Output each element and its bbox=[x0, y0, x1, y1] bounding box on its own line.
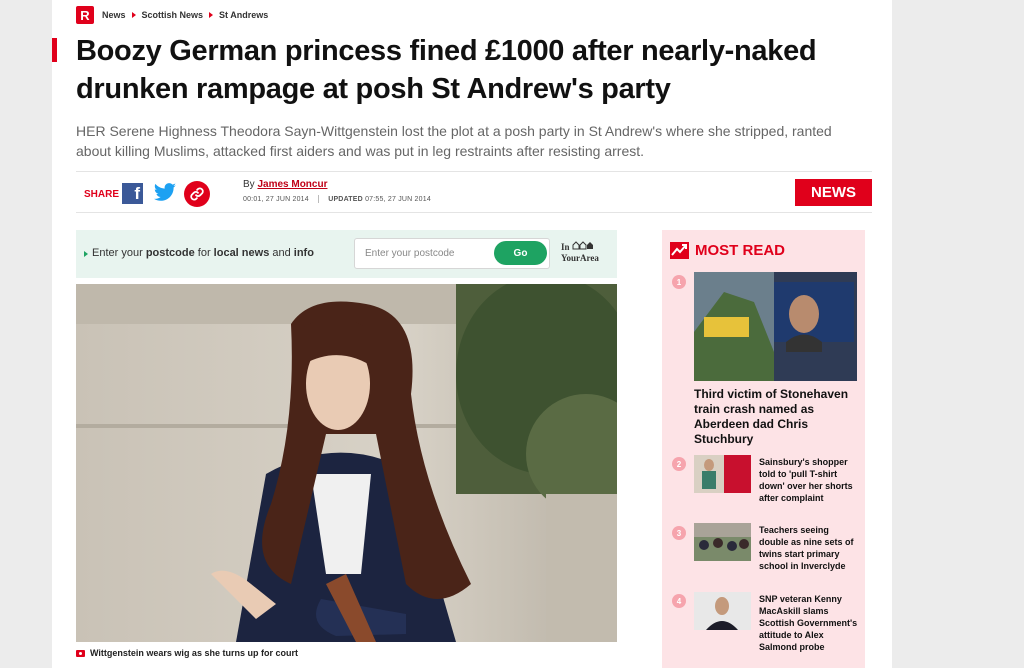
site-logo[interactable]: R bbox=[76, 6, 94, 24]
rank-badge: 3 bbox=[672, 526, 686, 540]
section-badge[interactable]: NEWS bbox=[795, 179, 872, 206]
author-link[interactable]: James Moncur bbox=[257, 179, 327, 190]
camera-icon bbox=[76, 649, 85, 657]
rank-badge: 4 bbox=[672, 594, 686, 608]
rank-badge: 1 bbox=[672, 275, 686, 289]
updated-label: UPDATED bbox=[328, 195, 363, 203]
article-photo[interactable] bbox=[76, 284, 617, 642]
breadcrumb-st-andrews[interactable]: St Andrews bbox=[219, 10, 268, 20]
by-label: By bbox=[243, 179, 255, 190]
trending-icon bbox=[670, 242, 689, 259]
article-dates: 00:01, 27 JUN 2014 UPDATED 07:55, 27 JUN… bbox=[243, 195, 431, 203]
houses-icon bbox=[572, 241, 593, 250]
article-meta-row: SHARE f By James Moncur 00:01, 27 JUN 20… bbox=[76, 171, 872, 213]
breadcrumb-news[interactable]: News bbox=[102, 10, 126, 20]
standfirst: HER Serene Highness Theodora Sayn-Wittge… bbox=[76, 123, 832, 159]
postcode-go-button[interactable]: Go bbox=[494, 241, 547, 265]
breadcrumb-arrow-icon bbox=[131, 12, 136, 18]
postcode-prompt: Enter your postcode for local news and i… bbox=[92, 247, 314, 259]
link-icon[interactable] bbox=[184, 181, 210, 207]
most-read-thumbnail[interactable] bbox=[694, 455, 751, 493]
headline: Boozy German princess fined £1000 after … bbox=[76, 35, 817, 105]
photo-caption: Wittgenstein wears wig as she turns up f… bbox=[76, 646, 298, 660]
most-read-panel: MOST READ 1 Third victim of Stonehaven t… bbox=[662, 230, 865, 668]
most-read-title: MOST READ bbox=[695, 242, 785, 259]
most-read-story-2[interactable]: Sainsbury's shopper told to 'pull T-shir… bbox=[759, 456, 859, 504]
byline: By James Moncur bbox=[243, 179, 327, 190]
updated-time: 07:55, 27 JUN 2014 bbox=[365, 195, 431, 203]
most-read-story-4[interactable]: SNP veteran Kenny MacAskill slams Scotti… bbox=[759, 593, 859, 653]
most-read-header: MOST READ bbox=[670, 242, 785, 259]
breadcrumb-scottish-news[interactable]: Scottish News bbox=[142, 10, 204, 20]
most-read-story-1[interactable]: Third victim of Stonehaven train crash n… bbox=[694, 387, 860, 447]
published-time: 00:01, 27 JUN 2014 bbox=[243, 195, 309, 203]
article-page: R News Scottish News St Andrews Boozy Ge… bbox=[52, 0, 892, 668]
twitter-icon[interactable] bbox=[153, 183, 177, 204]
most-read-story-3[interactable]: Teachers seeing double as nine sets of t… bbox=[759, 524, 859, 572]
date-divider bbox=[318, 195, 320, 203]
rank-badge: 2 bbox=[672, 457, 686, 471]
breadcrumb-arrow-icon bbox=[209, 12, 214, 18]
chevron-right-icon bbox=[84, 251, 88, 257]
postcode-widget: Enter your postcode for local news and i… bbox=[76, 230, 617, 278]
breadcrumb: R News Scottish News St Andrews bbox=[76, 6, 274, 24]
facebook-icon[interactable]: f bbox=[122, 183, 143, 204]
most-read-thumbnail[interactable] bbox=[694, 272, 857, 381]
share-label: SHARE bbox=[84, 189, 120, 200]
inyourarea-logo[interactable]: In YourArea bbox=[561, 241, 599, 264]
headline-accent-bar bbox=[52, 38, 57, 62]
most-read-thumbnail[interactable] bbox=[694, 523, 751, 561]
most-read-thumbnail[interactable] bbox=[694, 592, 751, 630]
